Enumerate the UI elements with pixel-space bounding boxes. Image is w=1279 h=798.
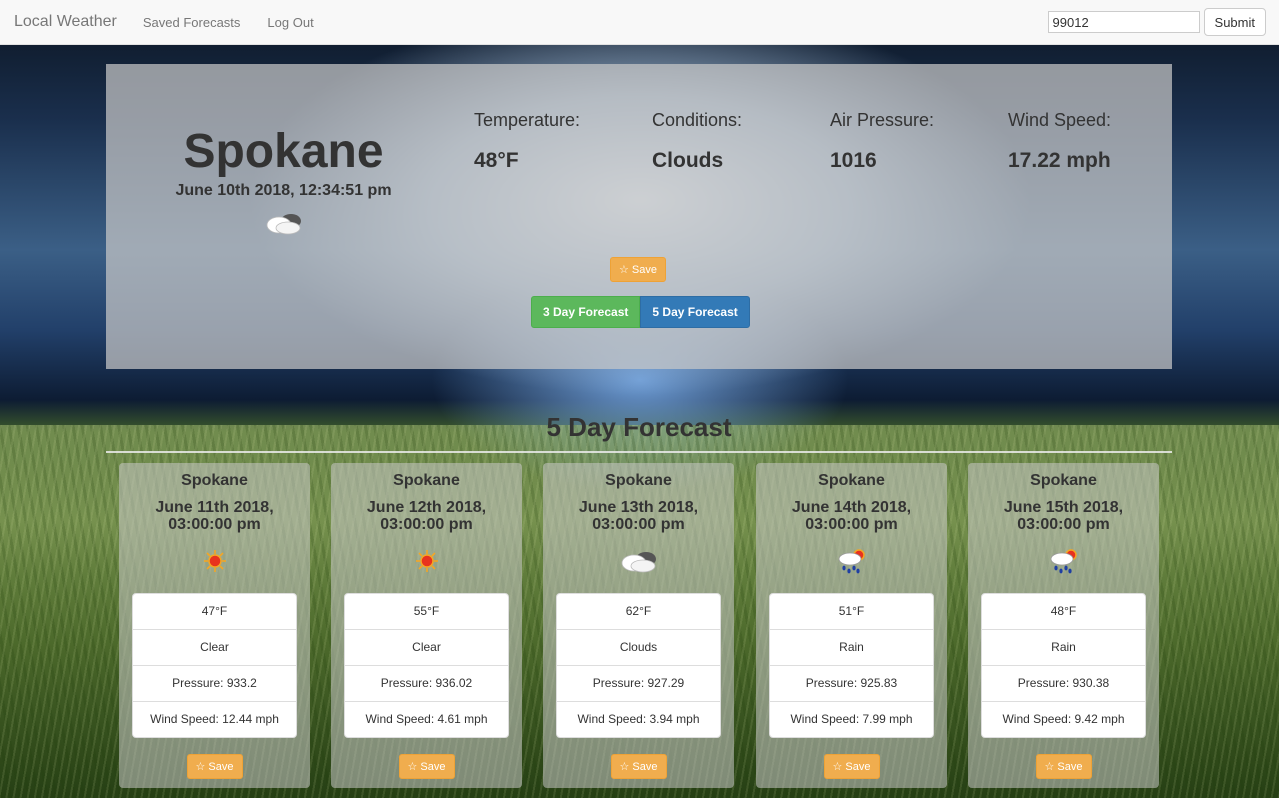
card-city: Spokane bbox=[181, 472, 248, 489]
clouds-icon bbox=[543, 544, 734, 578]
card-wind: Wind Speed: 12.44 mph bbox=[133, 701, 296, 737]
zip-input[interactable] bbox=[1047, 11, 1200, 33]
rain-icon bbox=[968, 544, 1159, 578]
card-date: June 12th 2018, 03:00:00 pm bbox=[366, 499, 487, 533]
stat-value: Clouds bbox=[652, 149, 724, 172]
forecast-card: Spokane June 15th 2018, 03:00:00 pm 48°F… bbox=[968, 463, 1159, 788]
save-card-button[interactable]: ☆ Save bbox=[610, 754, 667, 779]
stat-label: Conditions: bbox=[652, 110, 743, 130]
card-pressure: Pressure: 927.29 bbox=[557, 665, 720, 701]
stat-label: Wind Speed: bbox=[1008, 110, 1112, 130]
navbar: Local Weather Saved Forecasts Log Out Su… bbox=[0, 0, 1279, 45]
card-wind: Wind Speed: 3.94 mph bbox=[557, 701, 720, 737]
forecast-card: Spokane June 11th 2018, 03:00:00 pm 47°F… bbox=[119, 463, 310, 788]
stat-conditions: Conditions: Clouds bbox=[652, 110, 742, 173]
submit-button[interactable]: Submit bbox=[1203, 8, 1266, 36]
stat-value: 48°F bbox=[474, 149, 519, 172]
current-city-block: Spokane June 10th 2018, 12:34:51 pm bbox=[166, 126, 401, 241]
three-day-forecast-button[interactable]: 3 Day Forecast bbox=[531, 296, 641, 328]
card-date: June 13th 2018, 03:00:00 pm bbox=[578, 499, 699, 533]
stat-value: 1016 bbox=[830, 149, 877, 172]
five-day-forecast-button[interactable]: 5 Day Forecast bbox=[640, 296, 750, 328]
current-city-name: Spokane bbox=[183, 125, 384, 178]
card-wind: Wind Speed: 4.61 mph bbox=[345, 701, 508, 737]
save-card-button[interactable]: ☆ Save bbox=[398, 754, 455, 779]
current-date: June 10th 2018, 12:34:51 pm bbox=[175, 182, 392, 199]
card-conditions: Clear bbox=[345, 629, 508, 665]
nav-saved-forecasts[interactable]: Saved Forecasts bbox=[143, 15, 241, 30]
stat-air-pressure: Air Pressure: 1016 bbox=[830, 110, 934, 173]
card-details-list: 55°F Clear Pressure: 936.02 Wind Speed: … bbox=[344, 593, 509, 738]
card-temp: 48°F bbox=[1050, 604, 1077, 618]
forecast-divider bbox=[106, 451, 1172, 453]
stat-label: Air Pressure: bbox=[830, 110, 935, 130]
save-card-button[interactable]: ☆ Save bbox=[823, 754, 880, 779]
card-pressure: Pressure: 925.83 bbox=[770, 665, 933, 701]
stat-temperature: Temperature: 48°F bbox=[474, 110, 580, 173]
card-temp: 51°F bbox=[838, 604, 865, 618]
card-city: Spokane bbox=[818, 472, 885, 489]
forecast-title: 5 Day Forecast bbox=[546, 412, 732, 442]
card-city: Spokane bbox=[393, 472, 460, 489]
forecast-card: Spokane June 14th 2018, 03:00:00 pm 51°F… bbox=[756, 463, 947, 788]
card-pressure: Pressure: 930.38 bbox=[982, 665, 1145, 701]
card-wind: Wind Speed: 7.99 mph bbox=[770, 701, 933, 737]
card-date: June 14th 2018, 03:00:00 pm bbox=[791, 499, 912, 533]
rain-icon bbox=[756, 544, 947, 578]
sun-icon bbox=[119, 544, 310, 578]
card-conditions: Rain bbox=[982, 629, 1145, 665]
forecast-toggle: 3 Day Forecast 5 Day Forecast bbox=[531, 296, 750, 328]
card-details-list: 51°F Rain Pressure: 925.83 Wind Speed: 7… bbox=[769, 593, 934, 738]
save-current-button[interactable]: ☆ Save bbox=[610, 257, 666, 282]
card-temp: 47°F bbox=[201, 604, 228, 618]
zip-search-form: Submit bbox=[1047, 8, 1266, 36]
card-conditions: Rain bbox=[770, 629, 933, 665]
brand-link[interactable]: Local Weather bbox=[14, 13, 117, 31]
save-card-button[interactable]: ☆ Save bbox=[1035, 754, 1092, 779]
stat-label: Temperature: bbox=[474, 110, 581, 130]
card-pressure: Pressure: 936.02 bbox=[345, 665, 508, 701]
stat-wind-speed: Wind Speed: 17.22 mph bbox=[1008, 110, 1111, 173]
card-city: Spokane bbox=[605, 472, 672, 489]
card-conditions: Clouds bbox=[557, 629, 720, 665]
card-date: June 11th 2018, 03:00:00 pm bbox=[155, 499, 274, 533]
card-conditions: Clear bbox=[133, 629, 296, 665]
current-weather-panel: Spokane June 10th 2018, 12:34:51 pm Temp… bbox=[106, 64, 1172, 369]
forecast-card: Spokane June 13th 2018, 03:00:00 pm 62°F… bbox=[543, 463, 734, 788]
card-pressure: Pressure: 933.2 bbox=[133, 665, 296, 701]
nav-log-out[interactable]: Log Out bbox=[267, 15, 313, 30]
save-card-button[interactable]: ☆ Save bbox=[186, 754, 243, 779]
card-temp: 55°F bbox=[413, 604, 440, 618]
card-details-list: 62°F Clouds Pressure: 927.29 Wind Speed:… bbox=[556, 593, 721, 738]
card-temp: 62°F bbox=[625, 604, 652, 618]
clouds-icon bbox=[264, 210, 304, 241]
stat-value: 17.22 mph bbox=[1008, 149, 1111, 172]
card-details-list: 47°F Clear Pressure: 933.2 Wind Speed: 1… bbox=[132, 593, 297, 738]
card-date: June 15th 2018, 03:00:00 pm bbox=[1003, 499, 1124, 533]
card-details-list: 48°F Rain Pressure: 930.38 Wind Speed: 9… bbox=[981, 593, 1146, 738]
card-city: Spokane bbox=[1030, 472, 1097, 489]
card-wind: Wind Speed: 9.42 mph bbox=[982, 701, 1145, 737]
forecast-card: Spokane June 12th 2018, 03:00:00 pm 55°F… bbox=[331, 463, 522, 788]
sun-icon bbox=[331, 544, 522, 578]
